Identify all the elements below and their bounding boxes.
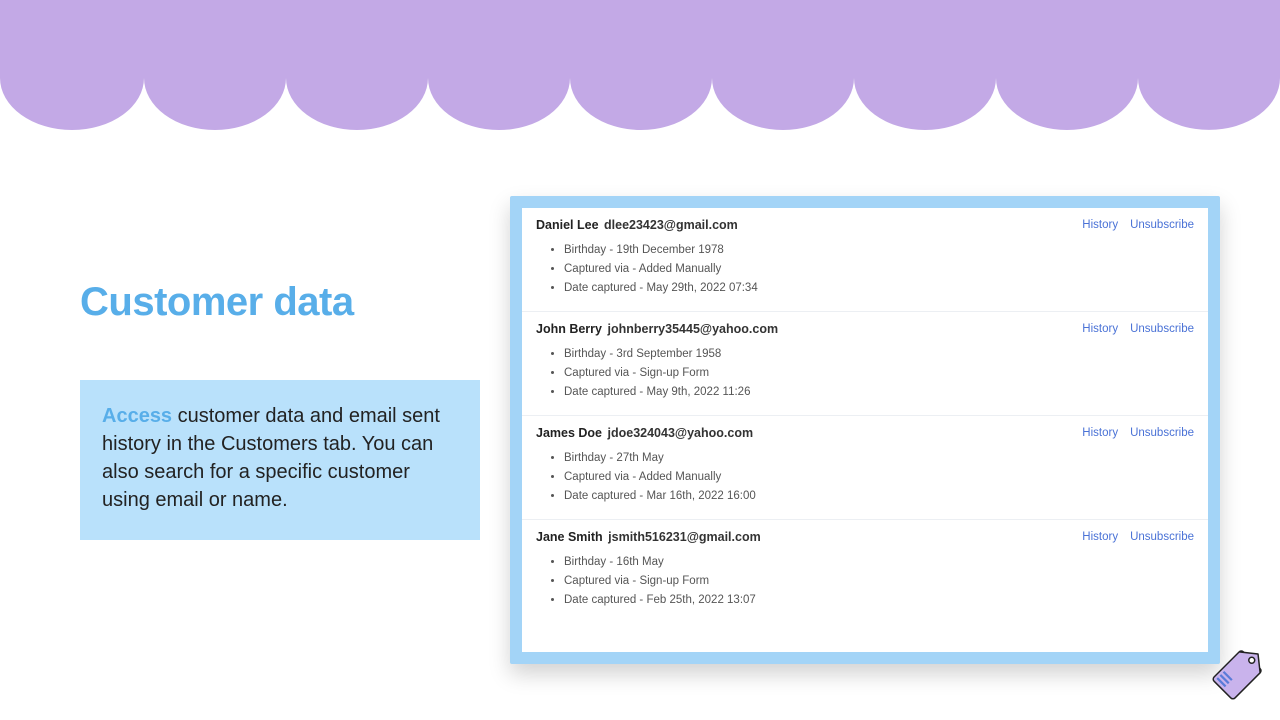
customer-date-captured: Date captured - Mar 16th, 2022 16:00 bbox=[564, 486, 1194, 505]
unsubscribe-link[interactable]: Unsubscribe bbox=[1130, 219, 1194, 231]
history-link[interactable]: History bbox=[1082, 323, 1118, 335]
customer-birthday: Birthday - 16th May bbox=[564, 552, 1194, 571]
customer-captured-via: Captured via - Sign-up Form bbox=[564, 571, 1194, 590]
customer-email: jsmith516231@gmail.com bbox=[608, 530, 761, 544]
customer-title: John Berry johnberry35445@yahoo.com bbox=[536, 322, 778, 336]
customers-panel-inner: Daniel Lee dlee23423@gmail.com History U… bbox=[522, 208, 1208, 652]
description-lead: Access bbox=[102, 405, 172, 427]
customer-title: Daniel Lee dlee23423@gmail.com bbox=[536, 218, 738, 232]
history-link[interactable]: History bbox=[1082, 219, 1118, 231]
description-box: Access customer data and email sent hist… bbox=[80, 380, 480, 540]
customer-record: John Berry johnberry35445@yahoo.com Hist… bbox=[522, 312, 1208, 416]
customer-record: Daniel Lee dlee23423@gmail.com History U… bbox=[522, 208, 1208, 312]
customer-date-captured: Date captured - May 29th, 2022 07:34 bbox=[564, 278, 1194, 297]
customer-birthday: Birthday - 27th May bbox=[564, 448, 1194, 467]
customer-name: Daniel Lee bbox=[536, 218, 599, 232]
customer-record: James Doe jdoe324043@yahoo.com History U… bbox=[522, 416, 1208, 520]
history-link[interactable]: History bbox=[1082, 531, 1118, 543]
customers-panel: Daniel Lee dlee23423@gmail.com History U… bbox=[510, 196, 1220, 664]
customer-email: jdoe324043@yahoo.com bbox=[608, 426, 754, 440]
customer-birthday: Birthday - 3rd September 1958 bbox=[564, 344, 1194, 363]
header-scallop bbox=[0, 0, 1280, 130]
unsubscribe-link[interactable]: Unsubscribe bbox=[1130, 531, 1194, 543]
customer-captured-via: Captured via - Added Manually bbox=[564, 259, 1194, 278]
customer-name: James Doe bbox=[536, 426, 602, 440]
customer-captured-via: Captured via - Sign-up Form bbox=[564, 363, 1194, 382]
customer-record: Jane Smith jsmith516231@gmail.com Histor… bbox=[522, 520, 1208, 623]
customer-captured-via: Captured via - Added Manually bbox=[564, 467, 1194, 486]
customer-name: John Berry bbox=[536, 322, 602, 336]
customer-birthday: Birthday - 19th December 1978 bbox=[564, 240, 1194, 259]
customer-name: Jane Smith bbox=[536, 530, 603, 544]
customer-date-captured: Date captured - Feb 25th, 2022 13:07 bbox=[564, 590, 1194, 609]
customer-title: Jane Smith jsmith516231@gmail.com bbox=[536, 530, 761, 544]
page-title: Customer data bbox=[80, 280, 480, 325]
history-link[interactable]: History bbox=[1082, 427, 1118, 439]
customer-email: dlee23423@gmail.com bbox=[604, 218, 738, 232]
price-tag-icon bbox=[1198, 640, 1272, 714]
customer-email: johnberry35445@yahoo.com bbox=[607, 322, 778, 336]
customer-date-captured: Date captured - May 9th, 2022 11:26 bbox=[564, 382, 1194, 401]
customer-title: James Doe jdoe324043@yahoo.com bbox=[536, 426, 753, 440]
description-text: Access customer data and email sent hist… bbox=[102, 402, 458, 514]
unsubscribe-link[interactable]: Unsubscribe bbox=[1130, 427, 1194, 439]
unsubscribe-link[interactable]: Unsubscribe bbox=[1130, 323, 1194, 335]
